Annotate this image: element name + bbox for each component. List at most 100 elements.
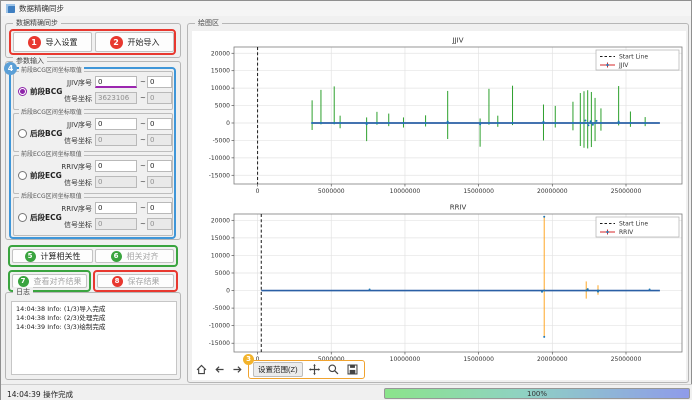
subgroup-rear-bcg: 后段BCG区间坐标取值 后段BCG JJIV序号 0 ~ 0 信号坐标 0 ~ … [13,113,173,152]
svg-text:-15000: -15000 [209,172,230,179]
range-separator: ~ [140,162,146,170]
svg-text:10000000: 10000000 [390,356,421,363]
svg-text:JJIV: JJIV [452,37,464,45]
rriv-index-from-input[interactable]: 0 [95,160,137,172]
signal-coord-to-input[interactable]: 0 [147,134,172,146]
view-align-result-label: 查看对齐结果 [34,276,82,287]
zoom-icon[interactable] [326,362,341,377]
range-separator: ~ [140,204,146,212]
pan-icon[interactable] [307,362,322,377]
plot-groupbox: 绘图区 JJIV05000000100000001500000020000000… [187,23,689,383]
correlation-align-button[interactable]: 6 相关对齐 [95,249,174,263]
log-group-title: 日志 [13,287,33,297]
statusbar: 14:04:39 操作完成 100% [1,384,692,400]
app-window: { "window": { "title": "数据精确同步" }, "colo… [0,0,692,400]
svg-text:15000: 15000 [211,235,230,242]
step-badge-1: 1 [28,36,41,49]
status-message: 14:04:39 操作完成 [7,389,73,400]
svg-text:-15000: -15000 [209,340,230,347]
save-result-button[interactable]: 8 保存结果 [97,274,174,288]
svg-text:RRIV: RRIV [450,204,467,212]
svg-text:Start Line: Start Line [619,221,648,228]
home-icon[interactable] [194,362,209,377]
jjiv-index-from-input[interactable]: 0 [95,118,137,130]
front-ecg-radio[interactable] [18,171,27,180]
start-import-label: 开始导入 [128,37,160,48]
progress-bar: 100% [384,388,690,399]
subgroup-title: 后段ECG区间坐标取值 [19,192,84,201]
step-badge-3: 3 [243,354,254,365]
rriv-index-to-input[interactable]: 0 [147,202,172,214]
log-groupbox: 日志 14:04:38 Info: (1/3)导入完成 14:04:38 Inf… [5,292,181,380]
step-badge-2: 2 [110,36,123,49]
window-title: 数据精确同步 [19,3,64,14]
log-entry: 14:04:39 Info: (3/3)绘制完成 [16,323,172,332]
jjiv-index-to-input[interactable]: 0 [147,76,172,88]
signal-coord-from-input[interactable]: 0 [95,218,137,230]
annotation-rect-save: 8 保存结果 [93,270,178,292]
step-badge-8: 8 [112,276,123,287]
log-entry: 14:04:38 Info: (1/3)导入完成 [16,305,172,314]
log-textarea[interactable]: 14:04:38 Info: (1/3)导入完成 14:04:38 Info: … [11,301,177,375]
svg-text:20000: 20000 [211,217,230,224]
range-separator: ~ [140,78,146,86]
jjiv-index-to-input[interactable]: 0 [147,118,172,130]
params-group-title: 参数输入 [13,56,47,66]
rriv-index-from-input[interactable]: 0 [95,202,137,214]
start-import-button[interactable]: 2 开始导入 [95,32,174,52]
set-range-button[interactable]: 设置范围(Z) [253,362,303,377]
rear-bcg-radio[interactable] [18,129,27,138]
signal-coord-from-input[interactable]: 3623106 [95,92,137,104]
params-groupbox: 参数输入 4 前段BCG区间坐标取值 前段BCG JJIV序号 0 ~ 0 信号… [5,61,181,240]
compute-correlation-button[interactable]: 5 计算相关性 [12,249,93,263]
svg-text:15000: 15000 [211,68,230,75]
sync-groupbox: 数据精确同步 1 导入设置 2 开始导入 [5,23,181,58]
svg-text:10000000: 10000000 [390,188,421,195]
svg-text:15000000: 15000000 [463,188,494,195]
field-label: JJIV序号 [50,78,92,88]
subgroup-front-bcg: 前段BCG区间坐标取值 前段BCG JJIV序号 0 ~ 0 信号坐标 3623… [13,71,173,110]
jjiv-index-from-input[interactable]: 0 [95,76,137,88]
signal-coord-to-input[interactable]: 0 [147,92,172,104]
save-result-label: 保存结果 [128,276,160,287]
front-bcg-radio[interactable] [18,87,27,96]
svg-text:15000000: 15000000 [463,356,494,363]
subgroup-title: 前段ECG区间坐标取值 [19,150,84,159]
save-icon[interactable] [345,362,360,377]
compute-correlation-label: 计算相关性 [41,251,81,262]
annotation-rect-correlation: 5 计算相关性 6 相关对齐 [8,245,178,267]
range-separator: ~ [140,94,146,102]
svg-text:20000000: 20000000 [537,356,568,363]
forward-icon[interactable] [230,362,245,377]
rriv-index-to-input[interactable]: 0 [147,160,172,172]
field-label: JJIV序号 [50,120,92,130]
step-badge-5: 5 [25,251,36,262]
subgroup-rear-ecg: 后段ECG区间坐标取值 后段ECG RRIV序号 0 ~ 0 信号坐标 0 ~ … [13,197,173,236]
svg-text:5000: 5000 [215,103,230,110]
svg-text:-5000: -5000 [213,305,231,312]
progress-label: 100% [527,390,547,398]
svg-text:0: 0 [256,188,260,195]
svg-text:25000000: 25000000 [611,356,642,363]
subgroup-title: 前段BCG区间坐标取值 [19,66,84,75]
signal-coord-from-input[interactable]: 0 [95,176,137,188]
log-entry: 14:04:38 Info: (2/3)处理完成 [16,314,172,323]
rear-ecg-radio[interactable] [18,213,27,222]
svg-text:-5000: -5000 [213,137,231,144]
signal-coord-to-input[interactable]: 0 [147,176,172,188]
back-icon[interactable] [212,362,227,377]
svg-text:-10000: -10000 [209,323,230,330]
charts-figure[interactable]: JJIV050000001000000015000000200000002500… [192,31,686,363]
view-align-result-button[interactable]: 7 查看对齐结果 [12,274,87,288]
app-icon [6,4,15,13]
figure-canvas[interactable]: JJIV050000001000000015000000200000002500… [192,31,686,380]
subgroup-front-ecg: 前段ECG区间坐标取值 前段ECG RRIV序号 0 ~ 0 信号坐标 0 ~ … [13,155,173,194]
svg-text:20000: 20000 [211,50,230,57]
import-settings-button[interactable]: 1 导入设置 [13,32,92,52]
svg-text:0: 0 [226,120,230,127]
signal-coord-to-input[interactable]: 0 [147,218,172,230]
field-label: 信号坐标 [50,220,92,230]
step-badge-4: 4 [4,62,17,75]
range-tool-group: 3 设置范围(Z) [248,360,365,379]
signal-coord-from-input[interactable]: 0 [95,134,137,146]
